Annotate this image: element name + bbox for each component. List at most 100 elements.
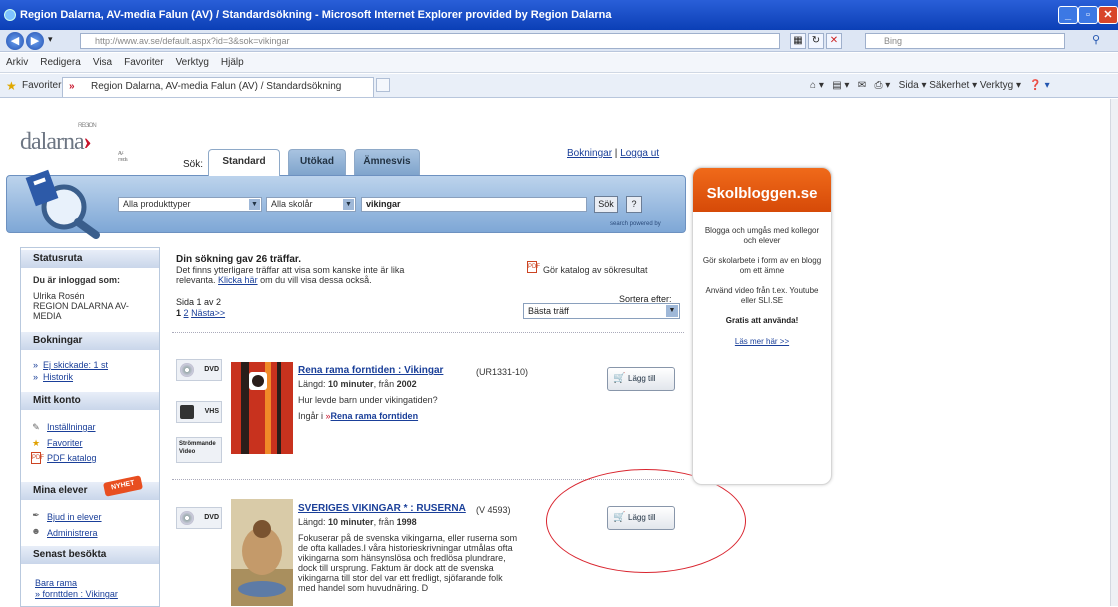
magnifier-icon	[25, 169, 100, 239]
sidebar: Statusruta Du är inloggad som: Ulrika Ro…	[20, 247, 160, 607]
blog-free: Gratis att använda!	[725, 316, 799, 325]
tab-amnesvis[interactable]: Ämnesvis	[354, 149, 420, 175]
administer-link[interactable]: Administrera	[47, 528, 98, 538]
school-year-select[interactable]: Alla skolår ▼	[266, 197, 356, 212]
bokningar-link[interactable]: Bokningar	[567, 148, 612, 159]
divider	[172, 332, 684, 333]
format-dvd: DVD	[176, 359, 222, 381]
close-button[interactable]: ✕	[1098, 6, 1118, 24]
history-link[interactable]: Historik	[43, 372, 73, 382]
region-dalarna-logo[interactable]: dalarna››› REGION AV-media	[20, 123, 128, 163]
search-label: Sök:	[183, 159, 204, 170]
page-content: dalarna››› REGION AV-media Sök: Standard…	[0, 99, 1118, 607]
command-menus[interactable]: Sida ▾ Säkerhet ▾ Verktyg ▾	[899, 80, 1021, 91]
format-vhs: VHS	[176, 401, 222, 423]
favorites-star-icon: ★	[31, 438, 41, 448]
format-dvd-2: DVD	[176, 507, 222, 529]
browser-tab[interactable]: » Region Dalarna, AV-media Falun (AV) / …	[62, 77, 374, 97]
stop-icon[interactable]: ✕	[826, 33, 842, 49]
recent-link-1[interactable]: Bara rama	[35, 578, 77, 588]
window-titlebar: Region Dalarna, AV-media Falun (AV) / St…	[0, 0, 1118, 30]
invite-students-link[interactable]: Bjud in elever	[47, 512, 102, 522]
powered-by-text: search powered by	[610, 221, 661, 227]
cover-image-2	[231, 499, 293, 606]
search-help-button[interactable]: ?	[626, 196, 642, 213]
search-icon[interactable]: ⚲	[1092, 33, 1100, 46]
forward-button[interactable]: ▶	[26, 32, 44, 50]
series-link[interactable]: Rena rama forntiden	[331, 411, 419, 421]
logout-link[interactable]: Logga ut	[620, 148, 659, 159]
make-catalog-link[interactable]: Gör katalog av sökresultat	[543, 265, 648, 275]
result-1-meta: Längd: 10 minuter, från 2002	[298, 379, 417, 389]
pdf-catalog-link[interactable]: PDF katalog	[47, 453, 97, 463]
result-2-title[interactable]: SVERIGES VIKINGAR * : RUSERNA	[298, 503, 466, 514]
product-type-select[interactable]: Alla produkttyper ▼	[118, 197, 262, 212]
user-org: REGION DALARNA AV-	[33, 301, 129, 311]
star-icon: ★	[6, 79, 17, 93]
user-name: Ulrika Rosén	[33, 291, 85, 301]
sort-select[interactable]: Bästa träff ▼	[523, 303, 680, 319]
menu-hjalp[interactable]: Hjälp	[221, 57, 244, 68]
mail-icon[interactable]: ✉	[858, 80, 866, 91]
menu-bar: Arkiv Redigera Visa Favoriter Verktyg Hjälp	[0, 53, 1118, 73]
blog-text-2: Gör skolarbete i form av en blogg om ett…	[702, 256, 822, 275]
address-field[interactable]: http://www.av.se/default.aspx?id=3&sok=v…	[80, 33, 780, 49]
catalog-pdf-icon: PDF	[527, 261, 540, 273]
result-1-part-of: Ingår i »Rena rama forntiden	[298, 411, 419, 421]
vertical-scrollbar[interactable]	[1110, 99, 1118, 606]
tab-title: Region Dalarna, AV-media Falun (AV) / St…	[91, 81, 342, 92]
tab-utokad[interactable]: Utökad	[288, 149, 346, 175]
settings-link[interactable]: Inställningar	[47, 422, 96, 432]
result-2-description: Fokuserar på de svenska vikingarna, elle…	[298, 533, 518, 593]
pdf-icon: PDF	[31, 452, 44, 464]
add-to-cart-button-1[interactable]: 🛒 Lägg till	[607, 367, 675, 391]
results-note: Det finns ytterligare träffar att visa s…	[176, 265, 405, 285]
menu-verktyg[interactable]: Verktyg	[176, 57, 209, 68]
compatibility-icon[interactable]: ▦	[790, 33, 806, 49]
blog-title: Skolbloggen.se	[693, 168, 831, 212]
menu-arkiv[interactable]: Arkiv	[6, 57, 28, 68]
wrench-icon: ✎	[32, 422, 40, 432]
skolbloggen-ad[interactable]: Skolbloggen.se Blogga och umgås med koll…	[692, 167, 832, 485]
new-tab-button[interactable]	[376, 78, 390, 92]
show-all-link[interactable]: Klicka här	[218, 275, 258, 285]
query-input[interactable]: vikingar	[361, 197, 587, 212]
unsent-bookings-link[interactable]: Ej skickade: 1 st	[43, 360, 108, 370]
maximize-button[interactable]: ▫	[1078, 6, 1098, 24]
cart-icon: 🛒	[613, 373, 626, 384]
home-icon[interactable]: ⌂ ▾	[810, 80, 824, 91]
page-2-link[interactable]: 2	[184, 308, 189, 318]
favorites-link[interactable]: Favoriter	[47, 438, 83, 448]
status-heading: Statusruta	[21, 250, 159, 268]
history-dropdown-icon[interactable]: ▾	[48, 34, 53, 45]
result-1-code: (UR1331-10)	[476, 367, 529, 377]
search-input[interactable]: Bing	[865, 33, 1065, 49]
tab-standard[interactable]: Standard	[208, 149, 280, 176]
result-2-meta: Längd: 10 minuter, från 1998	[298, 517, 417, 527]
menu-visa[interactable]: Visa	[93, 57, 112, 68]
bookings-heading: Bokningar	[21, 332, 159, 350]
command-bar: ⌂ ▾ ▤ ▾ ✉ ⎙ ▾ Sida ▾ Säkerhet ▾ Verktyg …	[810, 74, 1050, 98]
print-icon[interactable]: ⎙ ▾	[875, 80, 891, 91]
recent-heading: Senast besökta	[21, 546, 159, 564]
recent-link-2[interactable]: » fornttden : Vikingar	[35, 589, 118, 599]
help-icon[interactable]: ❓ ▾	[1029, 80, 1049, 91]
minimize-button[interactable]: _	[1058, 6, 1078, 24]
ie-icon	[4, 9, 16, 21]
favorites-button[interactable]: Favoriter	[22, 74, 61, 98]
format-streaming: Strömmande Video	[176, 437, 222, 463]
cover-image-1	[231, 362, 293, 454]
next-page-link[interactable]: Nästa>>	[191, 308, 225, 318]
feeds-icon[interactable]: ▤ ▾	[832, 80, 849, 91]
menu-favoriter[interactable]: Favoriter	[124, 57, 163, 68]
window-title: Region Dalarna, AV-media Falun (AV) / St…	[20, 9, 612, 21]
search-button[interactable]: Sök	[594, 196, 618, 213]
menu-redigera[interactable]: Redigera	[40, 57, 81, 68]
result-2-code: (V 4593)	[476, 505, 511, 515]
page-favicon: »	[69, 81, 75, 92]
refresh-icon[interactable]: ↻	[808, 33, 824, 49]
back-button[interactable]: ◀	[6, 32, 24, 50]
blog-read-more-link[interactable]: Läs mer här >>	[735, 337, 789, 346]
result-1-title[interactable]: Rena rama forntiden : Vikingar	[298, 365, 443, 376]
pen-icon: ✒	[32, 510, 40, 520]
